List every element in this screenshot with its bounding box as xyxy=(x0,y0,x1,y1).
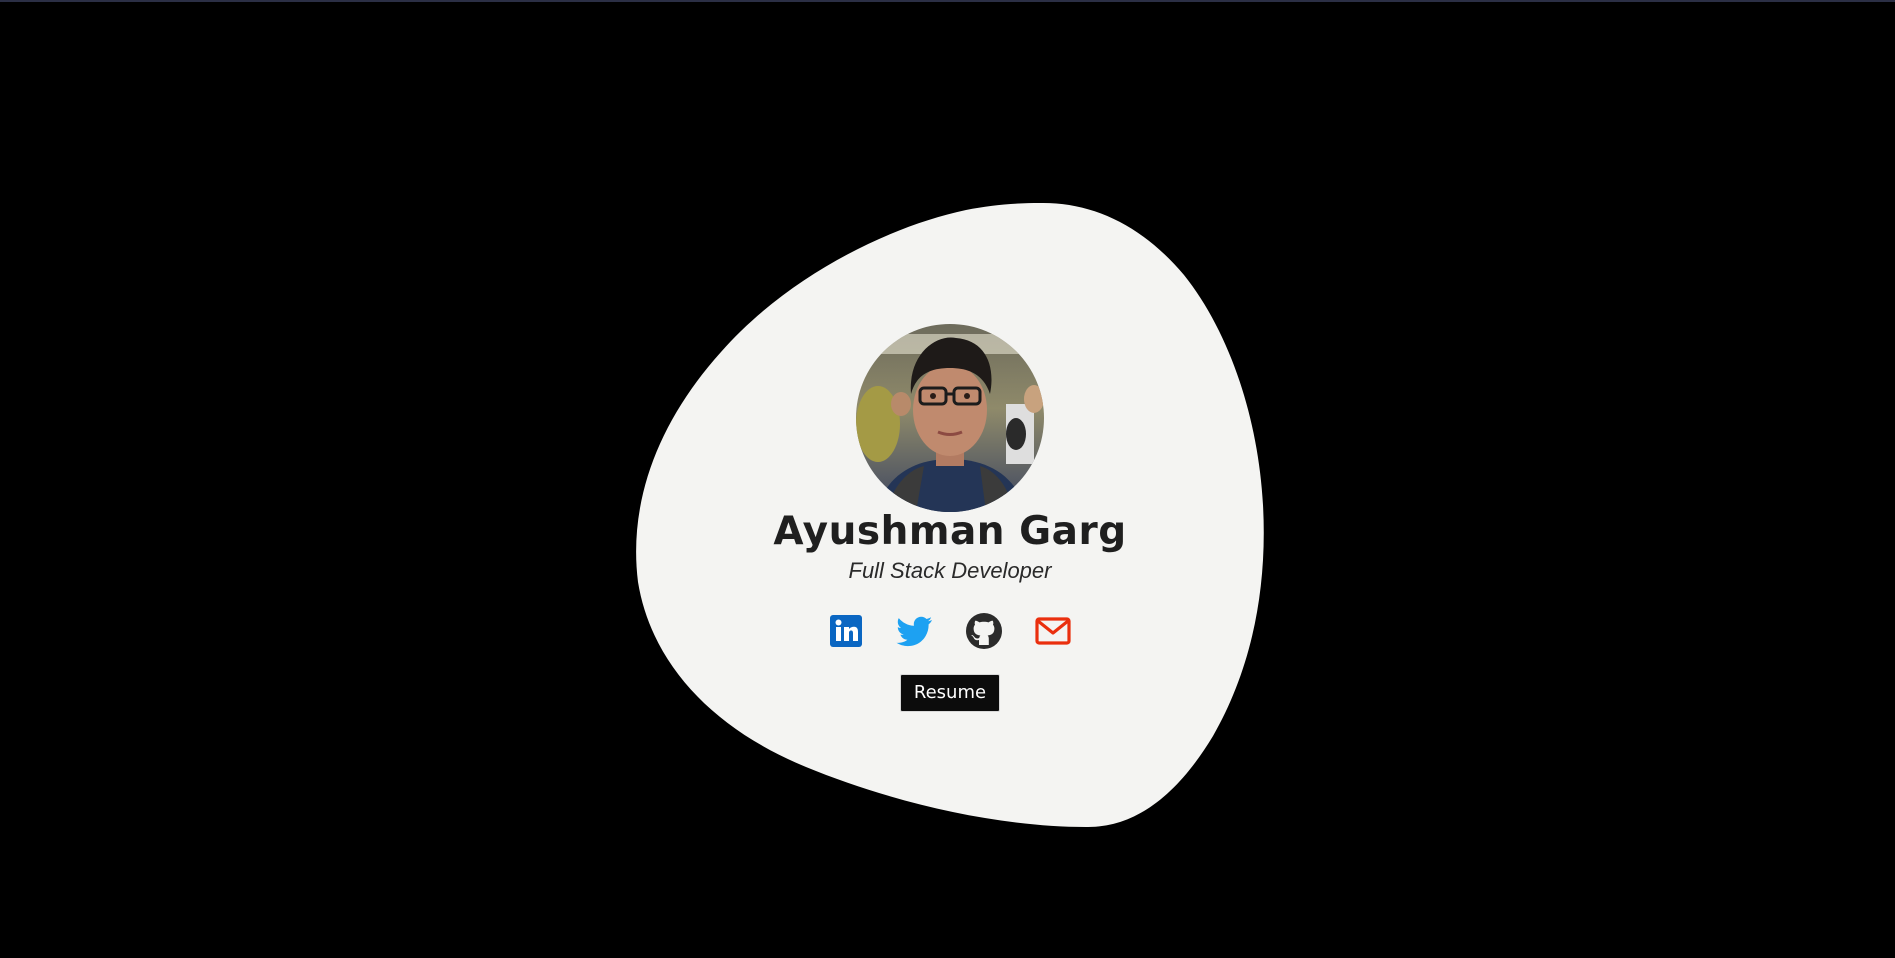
resume-button[interactable]: Resume xyxy=(900,674,1000,712)
twitter-link[interactable] xyxy=(896,612,934,650)
top-border xyxy=(0,0,1895,2)
mail-icon xyxy=(1034,612,1072,650)
linkedin-icon xyxy=(827,612,865,650)
profile-name: Ayushman Garg xyxy=(773,509,1127,554)
github-link[interactable] xyxy=(965,612,1003,650)
profile-title: Full Stack Developer xyxy=(848,558,1052,583)
github-icon xyxy=(965,612,1003,650)
avatar xyxy=(856,324,1044,512)
profile-card: Ayushman Garg Full Stack Developer Resum… xyxy=(636,202,1264,828)
social-links xyxy=(827,612,1077,652)
email-link[interactable] xyxy=(1034,612,1072,650)
linkedin-link[interactable] xyxy=(827,612,865,650)
twitter-icon xyxy=(896,612,934,650)
